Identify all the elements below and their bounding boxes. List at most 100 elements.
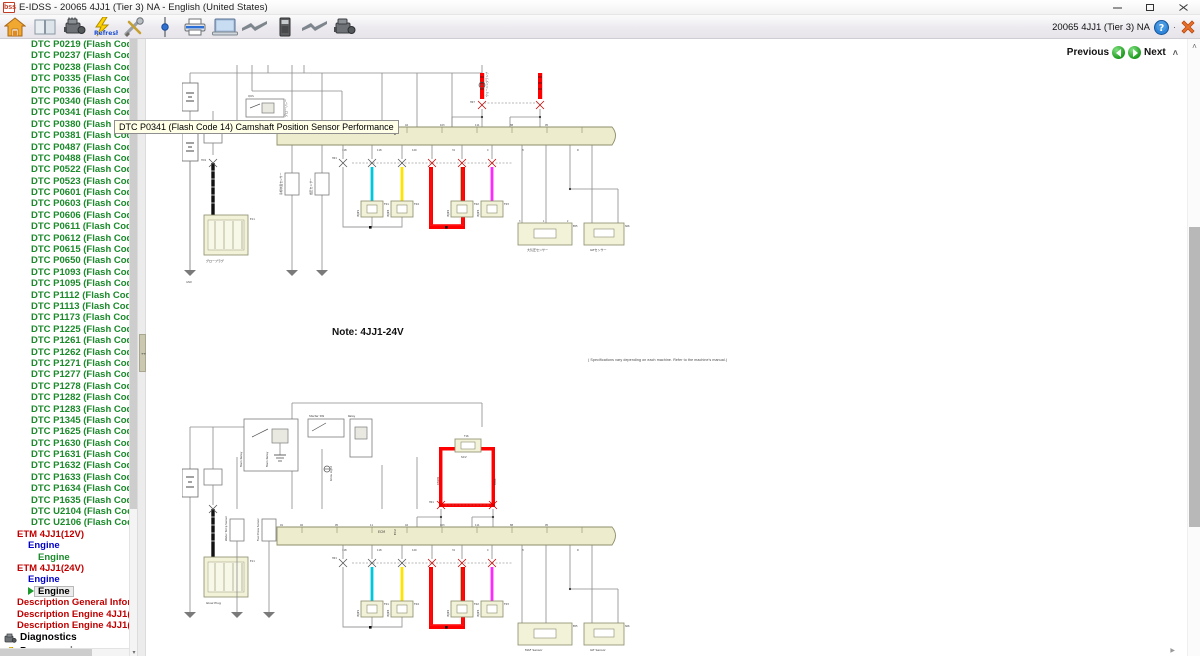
- minimize-button[interactable]: [1101, 0, 1134, 15]
- tree-item-description-general[interactable]: Description General Informa: [0, 597, 137, 608]
- tree-item-etm-12v-engine-green[interactable]: Engine: [0, 552, 137, 563]
- close-red-x-icon[interactable]: [1180, 19, 1196, 35]
- tree-item-etm-12v[interactable]: ETM 4JJ1(12V): [0, 529, 137, 540]
- tree-item-dtc-40[interactable]: DTC P1635 (Flash Code 5: [0, 495, 137, 506]
- tree-item-dtc-32[interactable]: DTC P1283 (Flash Code 2: [0, 404, 137, 415]
- tree-item-etm-24v-engine-blue[interactable]: Engine: [0, 574, 137, 585]
- content-scroll-thumb[interactable]: [1189, 227, 1200, 527]
- content-vertical-scrollbar[interactable]: ˄: [1187, 39, 1200, 656]
- svg-text:H01: H01: [201, 158, 207, 162]
- tree-item-dtc-18[interactable]: DTC P0615 (Flash Code 1: [0, 244, 137, 255]
- tree-item-dtc-14-label: DTC P0603 (Flash Code 5: [31, 198, 137, 210]
- engine-2-icon[interactable]: [330, 15, 360, 39]
- home-icon[interactable]: [0, 15, 30, 39]
- tree-item-etm-24v-engine-selected[interactable]: Engine: [0, 585, 137, 598]
- svg-text:111: 111: [475, 124, 480, 127]
- content-scroll-up-arrow[interactable]: ˄: [1188, 39, 1200, 54]
- tree-item-dtc-41[interactable]: DTC U2104 (Flash Code 8: [0, 506, 137, 517]
- battery-symbol-2: バッテリー: [182, 132, 199, 162]
- tree-root-diagnostics[interactable]: Diagnostics: [0, 631, 137, 645]
- tree-item-dtc-34[interactable]: DTC P1625 (Flash Code 4: [0, 426, 137, 437]
- tree-item-dtc-21[interactable]: DTC P1095 (Flash Code 2: [0, 278, 137, 289]
- tree-item-dtc-23[interactable]: DTC P1113 (Flash Code 2: [0, 301, 137, 312]
- tree-item-dtc-35[interactable]: DTC P1630 (Flash Code 3: [0, 438, 137, 449]
- interface-icon[interactable]: [270, 15, 300, 39]
- tree-item-dtc-12[interactable]: DTC P0523 (Flash Code 2: [0, 176, 137, 187]
- tree-item-dtc-0[interactable]: DTC P0219 (Flash Code 5: [0, 39, 137, 50]
- tree-item-dtc-3[interactable]: DTC P0335 (Flash Code 1: [0, 73, 137, 84]
- maximize-button[interactable]: [1134, 0, 1167, 15]
- svg-text:S06: S06: [625, 625, 630, 628]
- tools-icon[interactable]: [120, 15, 150, 39]
- svg-text:H01: H01: [429, 501, 434, 504]
- laptop-icon[interactable]: [210, 15, 240, 39]
- next-button[interactable]: Next: [1128, 46, 1166, 59]
- tree-item-dtc-37[interactable]: DTC P1632 (Flash Code 5: [0, 460, 137, 471]
- tree-item-description-engine-12v[interactable]: Description Engine 4JJ1(12V: [0, 609, 137, 620]
- arrow-right-circle-icon[interactable]: [1128, 46, 1142, 59]
- tree-item-dtc-9[interactable]: DTC P0487 (Flash Code 4: [0, 142, 137, 153]
- refresh-icon[interactable]: Refresh: [90, 15, 120, 39]
- tree-item-dtc-14[interactable]: DTC P0603 (Flash Code 5: [0, 198, 137, 209]
- tree-item-dtc-22[interactable]: DTC P1112 (Flash Code 2: [0, 290, 137, 301]
- svg-text:8.0B: 8.0B: [206, 191, 210, 197]
- lightning-2-icon[interactable]: [300, 15, 330, 39]
- svg-text:?: ?: [1159, 23, 1165, 34]
- tree-item-etm-12v-engine-blue[interactable]: Engine: [0, 540, 137, 551]
- tree-item-dtc-6[interactable]: DTC P0341 (Flash Code 1: [0, 107, 137, 118]
- tree-item-dtc-31[interactable]: DTC P1282 (Flash Code 2: [0, 392, 137, 403]
- tree-item-dtc-5[interactable]: DTC P0340 (Flash Code 1: [0, 96, 137, 107]
- tree-item-etm-24v[interactable]: ETM 4JJ1(24V): [0, 563, 137, 574]
- tree-item-description-engine-24v[interactable]: Description Engine 4JJ1(24V: [0, 620, 137, 631]
- svg-text:Main Relay: Main Relay: [239, 451, 243, 467]
- svg-text:88: 88: [510, 524, 514, 527]
- book-icon[interactable]: [30, 15, 60, 39]
- tree-item-dtc-30[interactable]: DTC P1278 (Flash Code 2: [0, 381, 137, 392]
- tree-item-dtc-25[interactable]: DTC P1225 (Flash Code 3: [0, 324, 137, 335]
- tree-item-dtc-29-label: DTC P1277 (Flash Code 2: [31, 369, 137, 381]
- tree-item-dtc-16[interactable]: DTC P0611 (Flash Code 3: [0, 221, 137, 232]
- tree-item-dtc-19[interactable]: DTC P0650 (Flash Code 7: [0, 255, 137, 266]
- lightning-1-icon[interactable]: [240, 15, 270, 39]
- sidebar-hscroll-thumb[interactable]: [0, 649, 92, 656]
- tree-item-etm-24v-engine-blue-label: Engine: [28, 574, 60, 586]
- printer-icon[interactable]: [180, 15, 210, 39]
- tree-item-dtc-1[interactable]: DTC P0237 (Flash Code 3: [0, 50, 137, 61]
- tree-item-dtc-29[interactable]: DTC P1277 (Flash Code 2: [0, 369, 137, 380]
- probe-icon[interactable]: [150, 15, 180, 39]
- tree-item-dtc-13[interactable]: DTC P0601 (Flash Code 5: [0, 187, 137, 198]
- close-button[interactable]: [1167, 0, 1200, 15]
- tree-item-dtc-30-label: DTC P1278 (Flash Code 2: [31, 380, 137, 392]
- arrow-left-circle-icon[interactable]: [1112, 46, 1126, 59]
- tree-item-dtc-20[interactable]: DTC P1093 (Flash Code 2: [0, 267, 137, 278]
- tree-item-dtc-33[interactable]: DTC P1345 (Flash Code 1: [0, 415, 137, 426]
- tree-item-dtc-15[interactable]: DTC P0606 (Flash Code 5: [0, 210, 137, 221]
- tree-item-dtc-38[interactable]: DTC P1633 (Flash Code 5: [0, 472, 137, 483]
- svg-text:INJ#4: INJ#4: [386, 209, 390, 217]
- tree-item-dtc-26[interactable]: DTC P1261 (Flash Code 1: [0, 335, 137, 346]
- help-icon[interactable]: ?: [1154, 19, 1169, 35]
- svg-text:118: 118: [377, 549, 382, 552]
- scv-label: SCV: [461, 455, 467, 459]
- sidebar-horizontal-scrollbar[interactable]: [0, 648, 129, 656]
- tree-item-dtc-42[interactable]: DTC U2106 (Flash Code 8: [0, 517, 137, 528]
- splitter-grip[interactable]: ↔: [139, 334, 147, 372]
- engine-icon[interactable]: [60, 15, 90, 39]
- tree-item-dtc-28[interactable]: DTC P1271 (Flash Code 2: [0, 358, 137, 369]
- tree-item-dtc-36[interactable]: DTC P1631 (Flash Code 5: [0, 449, 137, 460]
- previous-button[interactable]: Previous: [1067, 46, 1126, 59]
- tree-item-dtc-11[interactable]: DTC P0522 (Flash Code 2: [0, 164, 137, 175]
- svg-text:Glow Plug: Glow Plug: [206, 601, 221, 605]
- tree-item-dtc-2[interactable]: DTC P0238 (Flash Code 3: [0, 62, 137, 73]
- svg-text:42: 42: [405, 124, 409, 127]
- collapse-caret-icon[interactable]: ˄: [1173, 48, 1178, 58]
- sidebar-scroll-down-arrow[interactable]: ▾: [130, 648, 137, 656]
- tree-item-dtc-27[interactable]: DTC P1262 (Flash Code 1: [0, 347, 137, 358]
- svg-text:MAF Sensor: MAF Sensor: [525, 648, 543, 652]
- sidebar-scroll-thumb[interactable]: [130, 39, 137, 509]
- tree-item-dtc-4[interactable]: DTC P0336 (Flash Code 1: [0, 85, 137, 96]
- tree-item-dtc-17[interactable]: DTC P0612 (Flash Code 3: [0, 233, 137, 244]
- tree-item-dtc-39[interactable]: DTC P1634 (Flash Code 5: [0, 483, 137, 494]
- tree-item-dtc-24[interactable]: DTC P1173 (Flash Code 5: [0, 312, 137, 323]
- tree-item-dtc-10[interactable]: DTC P0488 (Flash Code 4: [0, 153, 137, 164]
